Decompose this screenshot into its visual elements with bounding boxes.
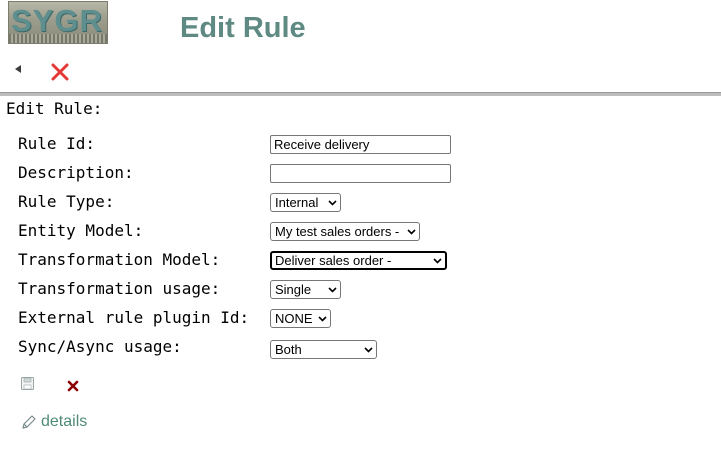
section-title: Edit Rule: [6,99,103,118]
logo-decoration [9,34,107,43]
save-icon[interactable] [20,376,35,391]
entity-model-select[interactable]: My test sales orders - [270,222,420,241]
entity-model-value: My test sales orders - [275,224,400,239]
transformation-usage-label: Transformation usage: [18,279,221,298]
header-divider [0,92,721,96]
chevron-down-icon [318,315,327,322]
transformation-usage-select[interactable]: Single [270,280,341,299]
pencil-icon [22,414,36,429]
transformation-model-select[interactable]: Deliver sales order - [270,251,447,270]
description-label: Description: [18,163,134,182]
sync-async-label: Sync/Async usage: [18,337,182,356]
rule-id-input[interactable] [270,135,451,154]
chevron-down-icon [328,199,337,206]
back-arrow-icon[interactable] [13,64,23,74]
details-label: details [41,413,88,430]
logo: SYGR [8,1,108,44]
external-plugin-value: NONE [275,311,313,326]
cancel-icon[interactable] [67,380,79,392]
entity-model-label: Entity Model: [18,221,144,240]
external-plugin-select[interactable]: NONE [270,309,331,328]
external-plugin-label: External rule plugin Id: [18,308,250,327]
chevron-down-icon [328,286,337,293]
transformation-model-label: Transformation Model: [18,250,221,269]
page-title: Edit Rule [180,12,306,44]
transformation-model-value: Deliver sales order - [275,253,392,268]
close-icon[interactable] [50,62,70,82]
details-link[interactable]: details [20,413,87,431]
rule-type-label: Rule Type: [18,192,115,211]
sync-async-select[interactable]: Both [270,340,377,359]
transformation-usage-value: Single [275,282,312,297]
rule-id-label: Rule Id: [18,134,96,153]
logo-text: SYGR [11,3,103,38]
chevron-down-icon [407,228,416,235]
rule-type-select[interactable]: Internal [270,193,341,212]
chevron-down-icon [364,346,373,353]
rule-type-value: Internal [275,195,319,210]
description-input[interactable] [270,164,451,183]
chevron-down-icon [433,257,442,264]
sync-async-value: Both [275,342,302,357]
